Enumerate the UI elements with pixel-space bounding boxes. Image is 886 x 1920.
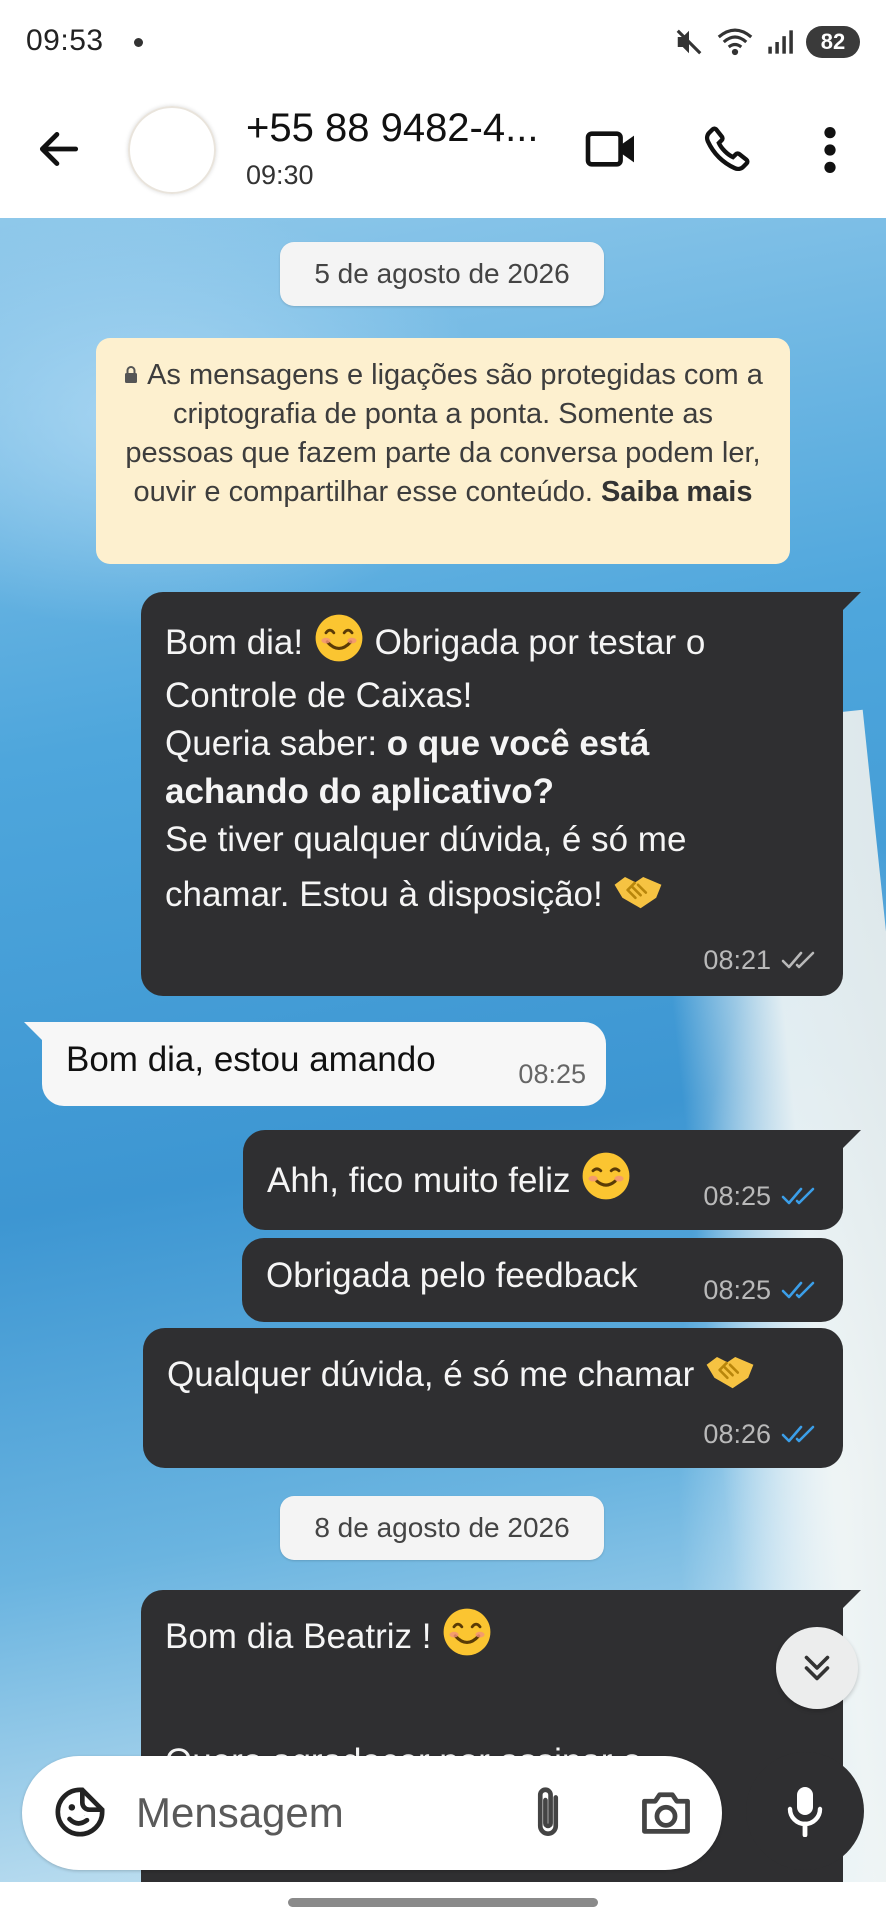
- message-text: Bom dia! Obrigada por testar o Controle …: [165, 612, 825, 924]
- message-meta: 08:25: [518, 1050, 586, 1098]
- double-chevron-down-icon: [804, 1655, 830, 1681]
- message-bubble-incoming[interactable]: Bom dia, estou amando 08:25: [24, 1022, 606, 1106]
- back-arrow-icon[interactable]: [34, 124, 84, 174]
- signal-icon: [768, 30, 793, 54]
- voice-message-button[interactable]: [746, 1752, 864, 1870]
- status-icons: 82: [674, 24, 860, 60]
- message-text: Obrigada pelo feedback: [266, 1256, 638, 1295]
- smiling-face-emoji-icon: [315, 614, 363, 662]
- message-time: 08:25: [703, 1181, 771, 1211]
- message-meta: 08:25: [703, 1172, 821, 1220]
- date-separator: 5 de agosto de 2026: [280, 242, 604, 306]
- status-time: 09:53: [26, 24, 104, 57]
- phone-call-icon[interactable]: [702, 122, 754, 174]
- message-text: Qualquer dúvida, é só me chamar: [167, 1344, 756, 1405]
- message-bubble-outgoing[interactable]: Obrigada pelo feedback 08:25: [242, 1238, 843, 1322]
- smiling-face-emoji-icon: [582, 1152, 630, 1200]
- message-text: Bom dia Beatriz !: [165, 1606, 493, 1667]
- message-meta: 08:26: [703, 1410, 821, 1458]
- message-time: 08:21: [703, 945, 771, 975]
- battery-icon: 82: [806, 26, 860, 58]
- home-gesture-handle[interactable]: [288, 1898, 598, 1907]
- wifi-icon: [717, 28, 753, 56]
- message-text: Ahh, fico muito feliz: [267, 1150, 632, 1211]
- status-bar: 09:53 82: [0, 0, 886, 82]
- chat-header: +55 88 9482-4... 09:30: [0, 82, 886, 218]
- message-meta: 08:25: [703, 1266, 821, 1314]
- notification-dot-icon: [134, 38, 143, 47]
- microphone-icon: [787, 1787, 823, 1837]
- smiling-face-emoji-icon: [443, 1608, 491, 1656]
- message-time: 08:26: [703, 1419, 771, 1449]
- message-bubble-outgoing[interactable]: Bom dia! Obrigada por testar o Controle …: [141, 592, 861, 996]
- camera-icon[interactable]: [638, 1786, 694, 1838]
- double-check-icon: [781, 951, 815, 969]
- learn-more-link[interactable]: Saiba mais: [601, 476, 753, 508]
- message-bubble-outgoing[interactable]: Ahh, fico muito feliz 08:25: [243, 1130, 861, 1230]
- message-composer: [22, 1756, 722, 1870]
- lock-icon: [125, 366, 138, 383]
- double-check-read-icon: [781, 1281, 815, 1299]
- contact-name[interactable]: +55 88 9482-4...: [246, 106, 552, 151]
- more-options-icon[interactable]: [818, 124, 842, 176]
- message-meta: 08:21: [703, 936, 821, 984]
- message-time: 08:25: [703, 1275, 771, 1305]
- encryption-notice[interactable]: As mensagens e ligações são protegidas c…: [96, 338, 790, 564]
- scroll-to-bottom-button[interactable]: [776, 1627, 858, 1709]
- video-call-icon[interactable]: [584, 126, 638, 172]
- message-input[interactable]: [136, 1778, 426, 1848]
- double-check-read-icon: [781, 1187, 815, 1205]
- message-time: 08:25: [518, 1059, 586, 1089]
- date-separator: 8 de agosto de 2026: [280, 1496, 604, 1560]
- attach-paperclip-icon[interactable]: [526, 1782, 570, 1844]
- navigation-bar: [0, 1882, 886, 1920]
- message-text: Bom dia, estou amando: [66, 1040, 436, 1079]
- handshake-emoji-icon: [706, 1357, 754, 1389]
- chat-area[interactable]: 5 de agosto de 2026 As mensagens e ligaç…: [0, 218, 886, 1882]
- message-bubble-outgoing[interactable]: Qualquer dúvida, é só me chamar 08:26: [143, 1328, 843, 1468]
- contact-avatar[interactable]: [128, 106, 216, 194]
- double-check-read-icon: [781, 1425, 815, 1443]
- handshake-emoji-icon: [615, 877, 662, 909]
- mute-icon: [676, 29, 702, 55]
- last-seen: 09:30: [246, 160, 314, 190]
- sticker-emoji-icon[interactable]: [52, 1784, 108, 1840]
